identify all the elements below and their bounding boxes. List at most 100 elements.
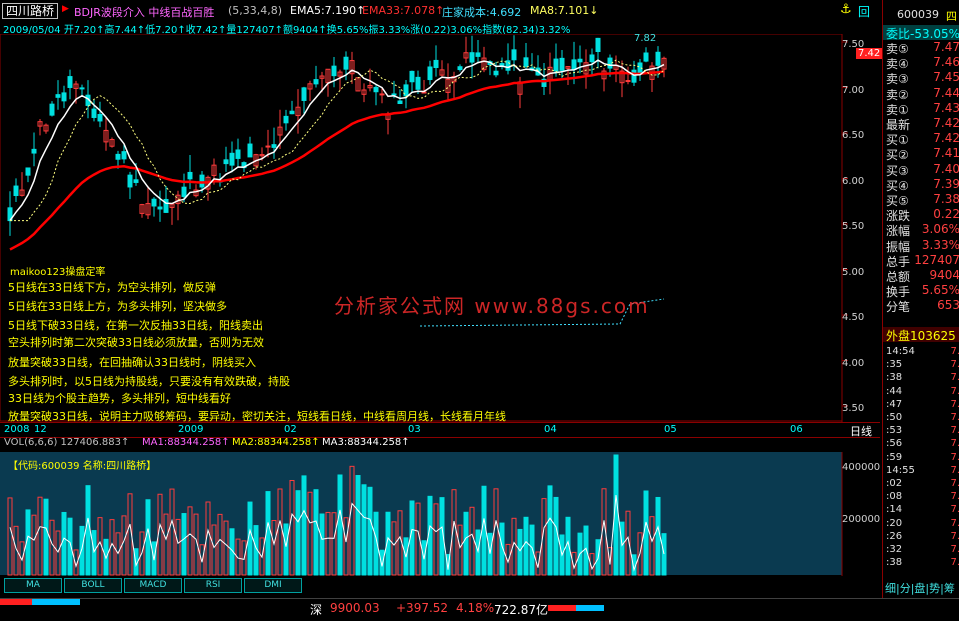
tab-ma[interactable]: MA — [4, 578, 62, 593]
price-axis-label: 6.00 — [842, 175, 865, 187]
row-value: 3.33% — [921, 237, 959, 252]
row-label: 换手 — [886, 285, 911, 299]
volume-bar — [661, 533, 667, 576]
candle-body — [31, 148, 37, 154]
candle-body — [343, 56, 349, 70]
volume-bar — [529, 524, 535, 576]
volume-chart[interactable]: 【代码:600039 名称:四川路桥】 400000 200000 — [0, 452, 880, 576]
candle-body — [247, 143, 253, 158]
tick-time: 14:54 — [886, 346, 915, 357]
tick-price: 7. — [950, 372, 959, 384]
row-label: 买① — [886, 133, 909, 147]
candle-body — [625, 80, 631, 83]
volume-bar — [379, 549, 385, 576]
candle-body — [493, 70, 499, 76]
note-line: 5日线在33日线下方，为空头排列，做反弹 — [8, 281, 216, 294]
row-label: 涨跌 — [886, 209, 911, 223]
stock-name-box[interactable]: 四川路桥 — [2, 3, 59, 19]
row-label: 买② — [886, 148, 909, 162]
candle-body — [505, 60, 511, 71]
ema33-value: EMA33:7.078↑ — [362, 4, 445, 17]
settings-icon[interactable]: ⚓ — [840, 2, 852, 17]
weibi-row: 委比-53.05% — [883, 25, 959, 40]
candle-body — [271, 144, 277, 148]
tick-time: :38 — [886, 557, 903, 569]
candle-body — [127, 174, 133, 188]
indicator-header: 四川路桥 ▶ BDJR波段介入 中线百战百胜 (5,33,4,8) EMA5:7… — [0, 0, 880, 20]
candle-body — [25, 167, 31, 176]
order-book-row: 涨跌 0.22 — [883, 207, 959, 222]
candle-body — [187, 171, 193, 180]
note-line: 放量突破33日线，在回抽确认33日线时，阴线买入 — [8, 356, 256, 369]
indicator-params: (5,33,4,8) — [228, 4, 283, 17]
volume-bar — [85, 485, 91, 576]
candle-body — [433, 59, 439, 69]
date-label: 05 — [664, 424, 677, 435]
row-label: 最新 — [886, 118, 911, 131]
tick-row: :38 7. — [883, 557, 959, 572]
tick-time: :38 — [886, 372, 903, 384]
bar-info-line: 2009/05/04 开7.20↑高7.44↑低7.20↑收7.42↑量1274… — [0, 20, 880, 36]
order-book-row: 总额 9404 — [883, 268, 959, 283]
breadth-bar — [0, 599, 80, 605]
tick-time: :20 — [886, 517, 903, 529]
vol-axis-label: 200000 — [842, 514, 881, 525]
row-value: 7.38 — [933, 192, 959, 206]
row-value: 7.39 — [933, 176, 959, 191]
volume-bar — [481, 485, 487, 576]
row-label: 总手 — [886, 254, 911, 268]
tab-rsi[interactable]: RSI — [184, 578, 242, 593]
window-icon[interactable]: 回 — [858, 3, 870, 20]
candle-body — [571, 59, 577, 70]
row-value: 5.65% — [921, 283, 959, 298]
order-book-row: 买④ 7.39 — [883, 177, 959, 192]
tick-price: 7. — [950, 478, 959, 489]
tick-time: :26 — [886, 530, 903, 542]
tick-price: 7. — [950, 451, 959, 463]
note-line: 33日线为个股主趋势，多头排列，短中线看好 — [8, 392, 231, 405]
weibi: 委比-53.05% — [886, 27, 959, 40]
candle-body — [475, 52, 481, 57]
order-book-row: 最新 7.42 — [883, 116, 959, 131]
candle-body — [499, 63, 505, 67]
candle-body — [289, 110, 295, 115]
candle-body — [283, 115, 289, 124]
candle-body — [577, 58, 583, 63]
tick-price: 7. — [950, 398, 959, 410]
tick-price: 7. — [950, 544, 959, 555]
tick-time: 14:55 — [886, 464, 915, 476]
candle-body — [379, 93, 385, 96]
volume-bar — [313, 489, 319, 576]
volume-bar — [367, 486, 373, 576]
stock-code: 600039 — [897, 8, 939, 21]
vol-ma2: MA2:88344.258↑ — [232, 437, 320, 448]
order-book-row: 卖④ 7.46 — [883, 55, 959, 70]
row-value: 3.06% — [921, 222, 959, 237]
candle-body — [523, 57, 529, 67]
volume-bar — [295, 490, 301, 576]
date-label: 04 — [544, 424, 557, 435]
watermark: 分析家公式网 www.88gs.com — [334, 294, 650, 318]
main-price-chart[interactable]: 7.50 7.00 6.50 6.00 5.50 5.00 4.50 4.00 3.50 7.4… — [0, 33, 883, 423]
tab-dmi[interactable]: DMI — [244, 578, 302, 593]
tab-boll[interactable]: BOLL — [64, 578, 122, 593]
volume-bar — [523, 516, 529, 576]
tick-time: :02 — [886, 478, 903, 489]
panel-tabs[interactable]: 细|分|盘|势|筹 — [885, 580, 955, 596]
price-axis-label: 6.50 — [842, 130, 865, 141]
indicator-name[interactable]: BDJR波段介入 中线百战百胜 — [74, 4, 214, 20]
row-value: 7.46 — [933, 55, 959, 70]
note-line: 5日线在33日线上方，为多头排列，坚决做多 — [8, 300, 227, 313]
vol-ma1: MA1:88344.258↑ — [142, 437, 230, 448]
ma8-value: MA8:7.101↓ — [530, 4, 599, 17]
price-axis-label: 5.50 — [842, 221, 865, 232]
arrow-marker-icon: ▶ — [62, 4, 69, 14]
candle-body — [265, 145, 271, 148]
candle-body — [589, 54, 595, 63]
candle-body — [301, 87, 307, 101]
tick-price: 7. — [950, 385, 959, 397]
candle-body — [457, 66, 463, 71]
date-label: 03 — [408, 424, 421, 435]
tab-macd[interactable]: MACD — [124, 578, 182, 593]
price-axis-label: 7.00 — [842, 84, 865, 96]
